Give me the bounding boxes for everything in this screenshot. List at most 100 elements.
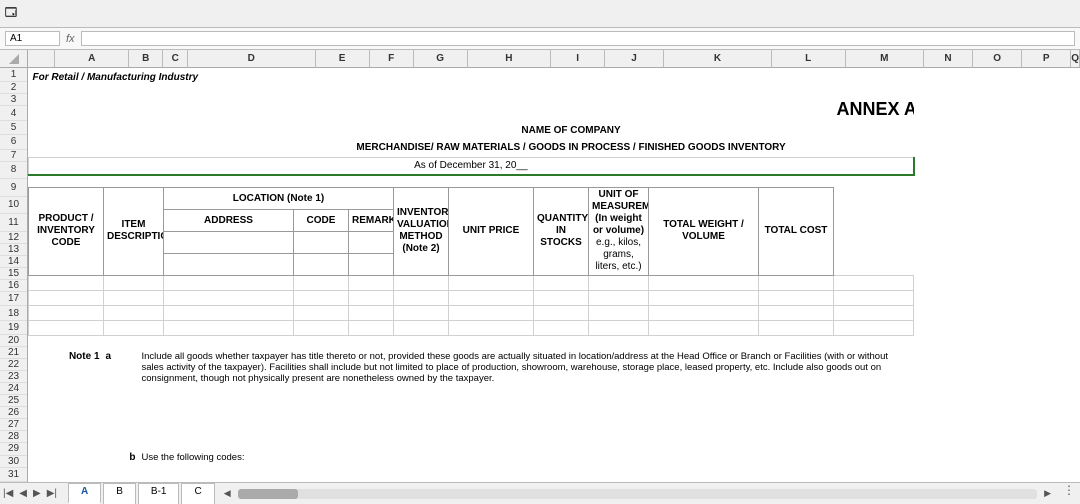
name-box[interactable] (5, 31, 60, 46)
data-row15-bc[interactable] (104, 320, 164, 335)
col-header-O[interactable]: O (973, 50, 1022, 67)
col-header-D[interactable]: D (188, 50, 316, 67)
row-num-1[interactable]: 1 (0, 68, 27, 82)
data-row14-l[interactable] (759, 305, 834, 320)
row-num-2[interactable]: 2 (0, 82, 27, 94)
row-num-6[interactable]: 6 (0, 135, 27, 149)
row-num-25[interactable]: 25 (0, 395, 27, 407)
scroll-left-arrow[interactable]: ◀ (221, 488, 234, 499)
row-num-3[interactable]: 3 (0, 94, 27, 106)
data-row14-bc[interactable] (104, 305, 164, 320)
row-num-11[interactable]: 11 (0, 214, 27, 232)
data-row14-d[interactable] (164, 305, 294, 320)
data-row15-i[interactable] (534, 320, 589, 335)
row-num-18[interactable]: 18 (0, 306, 27, 320)
data-row12-f[interactable] (349, 275, 394, 290)
col-header-I[interactable]: I (551, 50, 605, 67)
data-row14-e[interactable] (294, 305, 349, 320)
scrollbar-thumb[interactable] (238, 489, 298, 499)
data-row15-d[interactable] (164, 320, 294, 335)
row-num-9[interactable]: 9 (0, 179, 27, 197)
data-row12-bc[interactable] (104, 275, 164, 290)
col-header-F[interactable]: F (370, 50, 414, 67)
data-row12-i[interactable] (534, 275, 589, 290)
row-num-16[interactable]: 16 (0, 280, 27, 292)
row-num-20[interactable]: 20 (0, 335, 27, 347)
data-row12-a[interactable] (29, 275, 104, 290)
row-num-17[interactable]: 17 (0, 292, 27, 306)
col-header-A[interactable]: A (55, 50, 129, 67)
data-row12-j[interactable] (589, 275, 649, 290)
data-row12-h[interactable] (449, 275, 534, 290)
col-header-G[interactable]: G (414, 50, 468, 67)
col-header-J[interactable]: J (605, 50, 664, 67)
col-header-Q[interactable]: Q (1071, 50, 1080, 67)
row-num-21[interactable]: 21 (0, 347, 27, 359)
data-row12-e[interactable] (294, 275, 349, 290)
data-row13-bc[interactable] (104, 290, 164, 305)
data-row15-l[interactable] (759, 320, 834, 335)
row-num-31[interactable]: 31 (0, 468, 27, 482)
data-row12-l[interactable] (759, 275, 834, 290)
row-num-24[interactable]: 24 (0, 383, 27, 395)
col-header-C[interactable]: C (163, 50, 188, 67)
row-num-19[interactable]: 19 (0, 321, 27, 335)
row-num-13[interactable]: 13 (0, 244, 27, 256)
data-row13-d[interactable] (164, 290, 294, 305)
scroll-right-arrow[interactable]: ▶ (1041, 488, 1054, 499)
col-header-H[interactable]: H (468, 50, 551, 67)
data-row13-h[interactable] (449, 290, 534, 305)
data-row14-h[interactable] (449, 305, 534, 320)
row-num-10[interactable]: 10 (0, 197, 27, 215)
data-row15-j[interactable] (589, 320, 649, 335)
col-header-K[interactable]: K (664, 50, 772, 67)
data-row13-k[interactable] (649, 290, 759, 305)
data-row13-l[interactable] (759, 290, 834, 305)
tab-prev-arrow[interactable]: ◀ (16, 488, 30, 499)
col-header-M[interactable]: M (846, 50, 925, 67)
scrollbar-track[interactable] (238, 489, 1037, 499)
data-row15-k[interactable] (649, 320, 759, 335)
data-row15-m[interactable] (834, 320, 914, 335)
dots-menu[interactable]: ⋮ (1058, 483, 1080, 504)
data-row13-e[interactable] (294, 290, 349, 305)
row-num-4[interactable]: 4 (0, 106, 27, 120)
row-num-12[interactable]: 12 (0, 232, 27, 244)
row-num-7[interactable]: 7 (0, 150, 27, 162)
row-num-26[interactable]: 26 (0, 407, 27, 419)
data-row13-j[interactable] (589, 290, 649, 305)
data-row15-h[interactable] (449, 320, 534, 335)
tab-C[interactable]: C (181, 483, 214, 504)
row-num-23[interactable]: 23 (0, 371, 27, 383)
row-num-14[interactable]: 14 (0, 256, 27, 268)
data-row13-m[interactable] (834, 290, 914, 305)
data-row13-g[interactable] (394, 290, 449, 305)
tab-next-arrow[interactable]: ▶ (30, 488, 44, 499)
formula-input[interactable] (81, 31, 1075, 46)
data-row14-m[interactable] (834, 305, 914, 320)
data-row15-a[interactable] (29, 320, 104, 335)
tab-A[interactable]: A (68, 483, 101, 504)
data-row12-d[interactable] (164, 275, 294, 290)
row-num-29[interactable]: 29 (0, 443, 27, 455)
data-row14-j[interactable] (589, 305, 649, 320)
data-row14-k[interactable] (649, 305, 759, 320)
tab-first-arrow[interactable]: |◀ (0, 488, 16, 499)
tab-B1[interactable]: B-1 (138, 483, 180, 504)
data-row13-f[interactable] (349, 290, 394, 305)
data-row12-k[interactable] (649, 275, 759, 290)
row-num-28[interactable]: 28 (0, 431, 27, 443)
tab-B[interactable]: B (103, 483, 136, 504)
col-header-B[interactable]: B (129, 50, 163, 67)
col-header-E[interactable]: E (316, 50, 370, 67)
data-row12-g[interactable] (394, 275, 449, 290)
data-row15-g[interactable] (394, 320, 449, 335)
row-num-5[interactable]: 5 (0, 121, 27, 135)
data-row14-a[interactable] (29, 305, 104, 320)
col-header-N[interactable]: N (924, 50, 973, 67)
tab-last-arrow[interactable]: ▶| (44, 488, 60, 499)
col-header-L[interactable]: L (772, 50, 846, 67)
data-row13-i[interactable] (534, 290, 589, 305)
row-num-8[interactable]: 8 (0, 162, 27, 180)
row-num-22[interactable]: 22 (0, 359, 27, 371)
